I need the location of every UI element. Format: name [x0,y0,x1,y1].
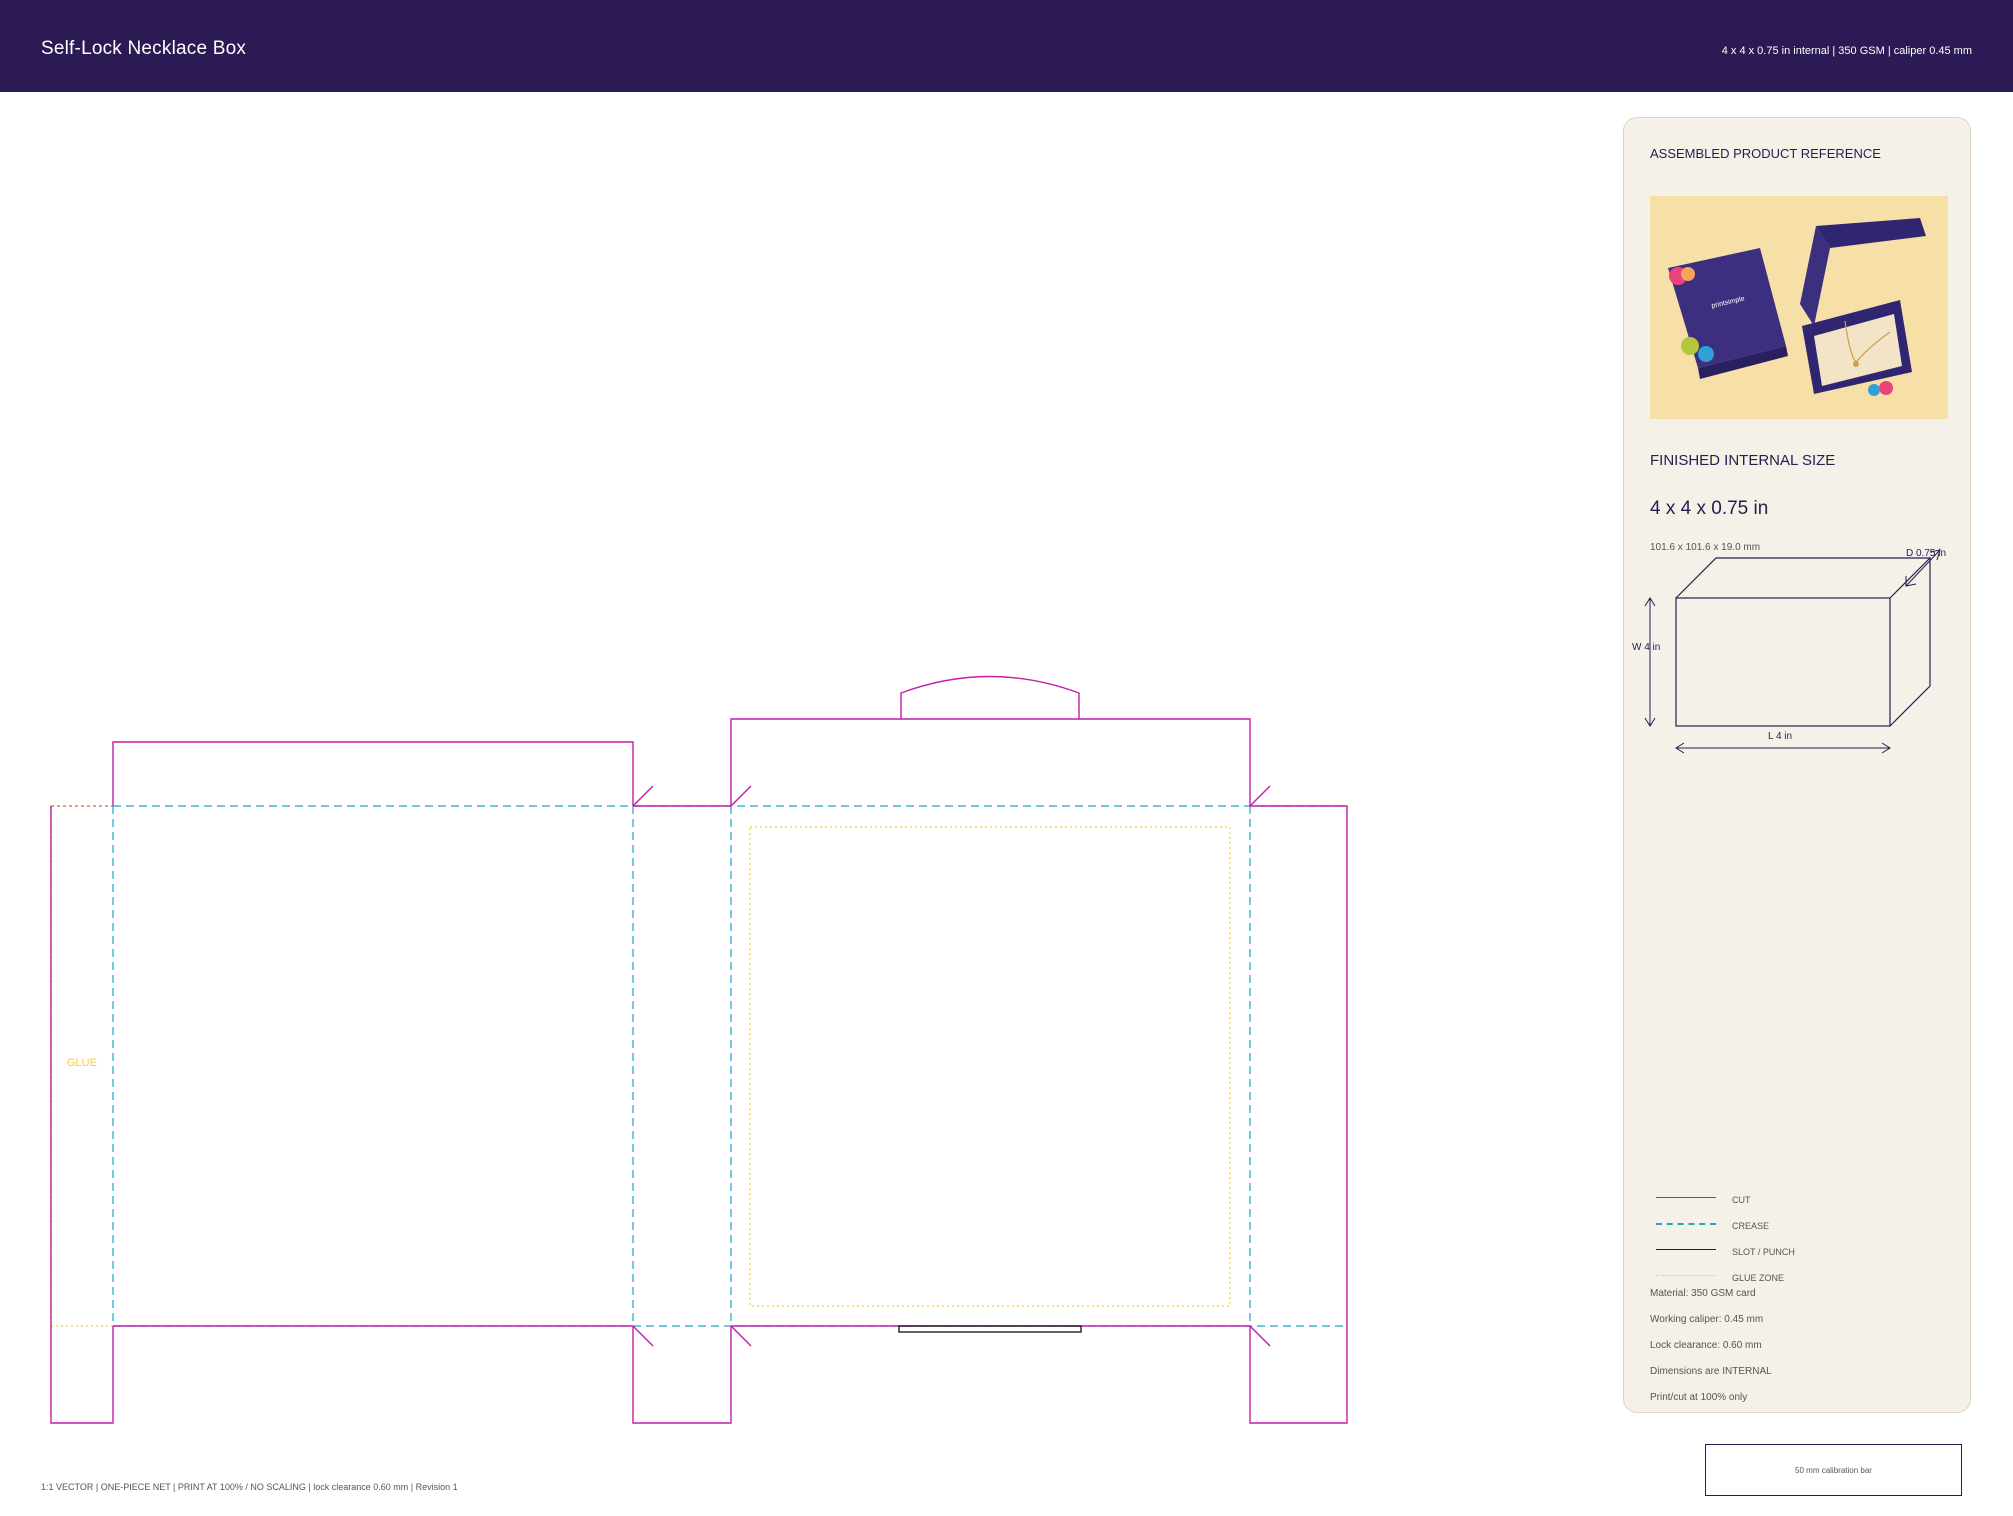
note-print: Print/cut at 100% only [1650,1392,1748,1403]
calibration-bar: 50 mm calibration bar [1705,1444,1962,1496]
legend-label: CUT [1732,1195,1751,1205]
legend-label: CREASE [1732,1221,1770,1231]
slot-swatch [1656,1249,1716,1250]
legend-item-cut: CUT [1650,1190,1950,1216]
dieline-net: GLUE [50,675,1348,1424]
reference-panel: ASSEMBLED PRODUCT REFERENCE printsimple … [1623,117,1971,1413]
lock-slot [898,1325,1082,1333]
legend-item-crease: CREASE [1650,1216,1950,1242]
box-front-face [1675,597,1891,727]
dimension-arrows [1644,549,1941,754]
size-value: 4 x 4 x 0.75 in [1650,498,1769,519]
glue-zone [50,806,1231,1327]
size-title: FINISHED INTERNAL SIZE [1650,452,1836,469]
cut-swatch [1656,1197,1716,1198]
footer-note: 1:1 VECTOR | ONE-PIECE NET | PRINT AT 10… [41,1482,458,1492]
note-material: Material: 350 GSM card [1650,1288,1756,1299]
header-spec: 4 x 4 x 0.75 in internal | 350 GSM | cal… [1721,45,1972,57]
legend-label: SLOT / PUNCH [1732,1247,1795,1257]
box-side-face [1889,558,1931,727]
dim-width: W 4 in [1632,642,1660,653]
glue-label: GLUE [67,1057,97,1069]
iso-box-diagram: D 0.75 in W 4 in L 4 in [1632,548,1946,754]
product-photo: printsimple [1650,196,1948,419]
cut-lines [50,675,1348,1424]
dim-length: L 4 in [1768,731,1792,742]
reference-title: ASSEMBLED PRODUCT REFERENCE [1650,146,1881,161]
glue-swatch [1656,1275,1716,1276]
note-clearance: Lock clearance: 0.60 mm [1650,1340,1762,1351]
note-dimensions: Dimensions are INTERNAL [1650,1366,1772,1377]
legend-item-slot: SLOT / PUNCH [1650,1242,1950,1268]
dim-depth: D 0.75 in [1906,548,1946,559]
spec-notes: Material: 350 GSM card Working caliper: … [1650,1288,1772,1418]
line-legend: CUT CREASE SLOT / PUNCH GLUE ZONE [1650,1190,1950,1294]
crease-lines [112,805,1347,1327]
legend-label: GLUE ZONE [1732,1273,1785,1283]
note-caliper: Working caliper: 0.45 mm [1650,1314,1764,1325]
crease-swatch [1656,1223,1716,1225]
box-top-face [1675,557,1932,599]
